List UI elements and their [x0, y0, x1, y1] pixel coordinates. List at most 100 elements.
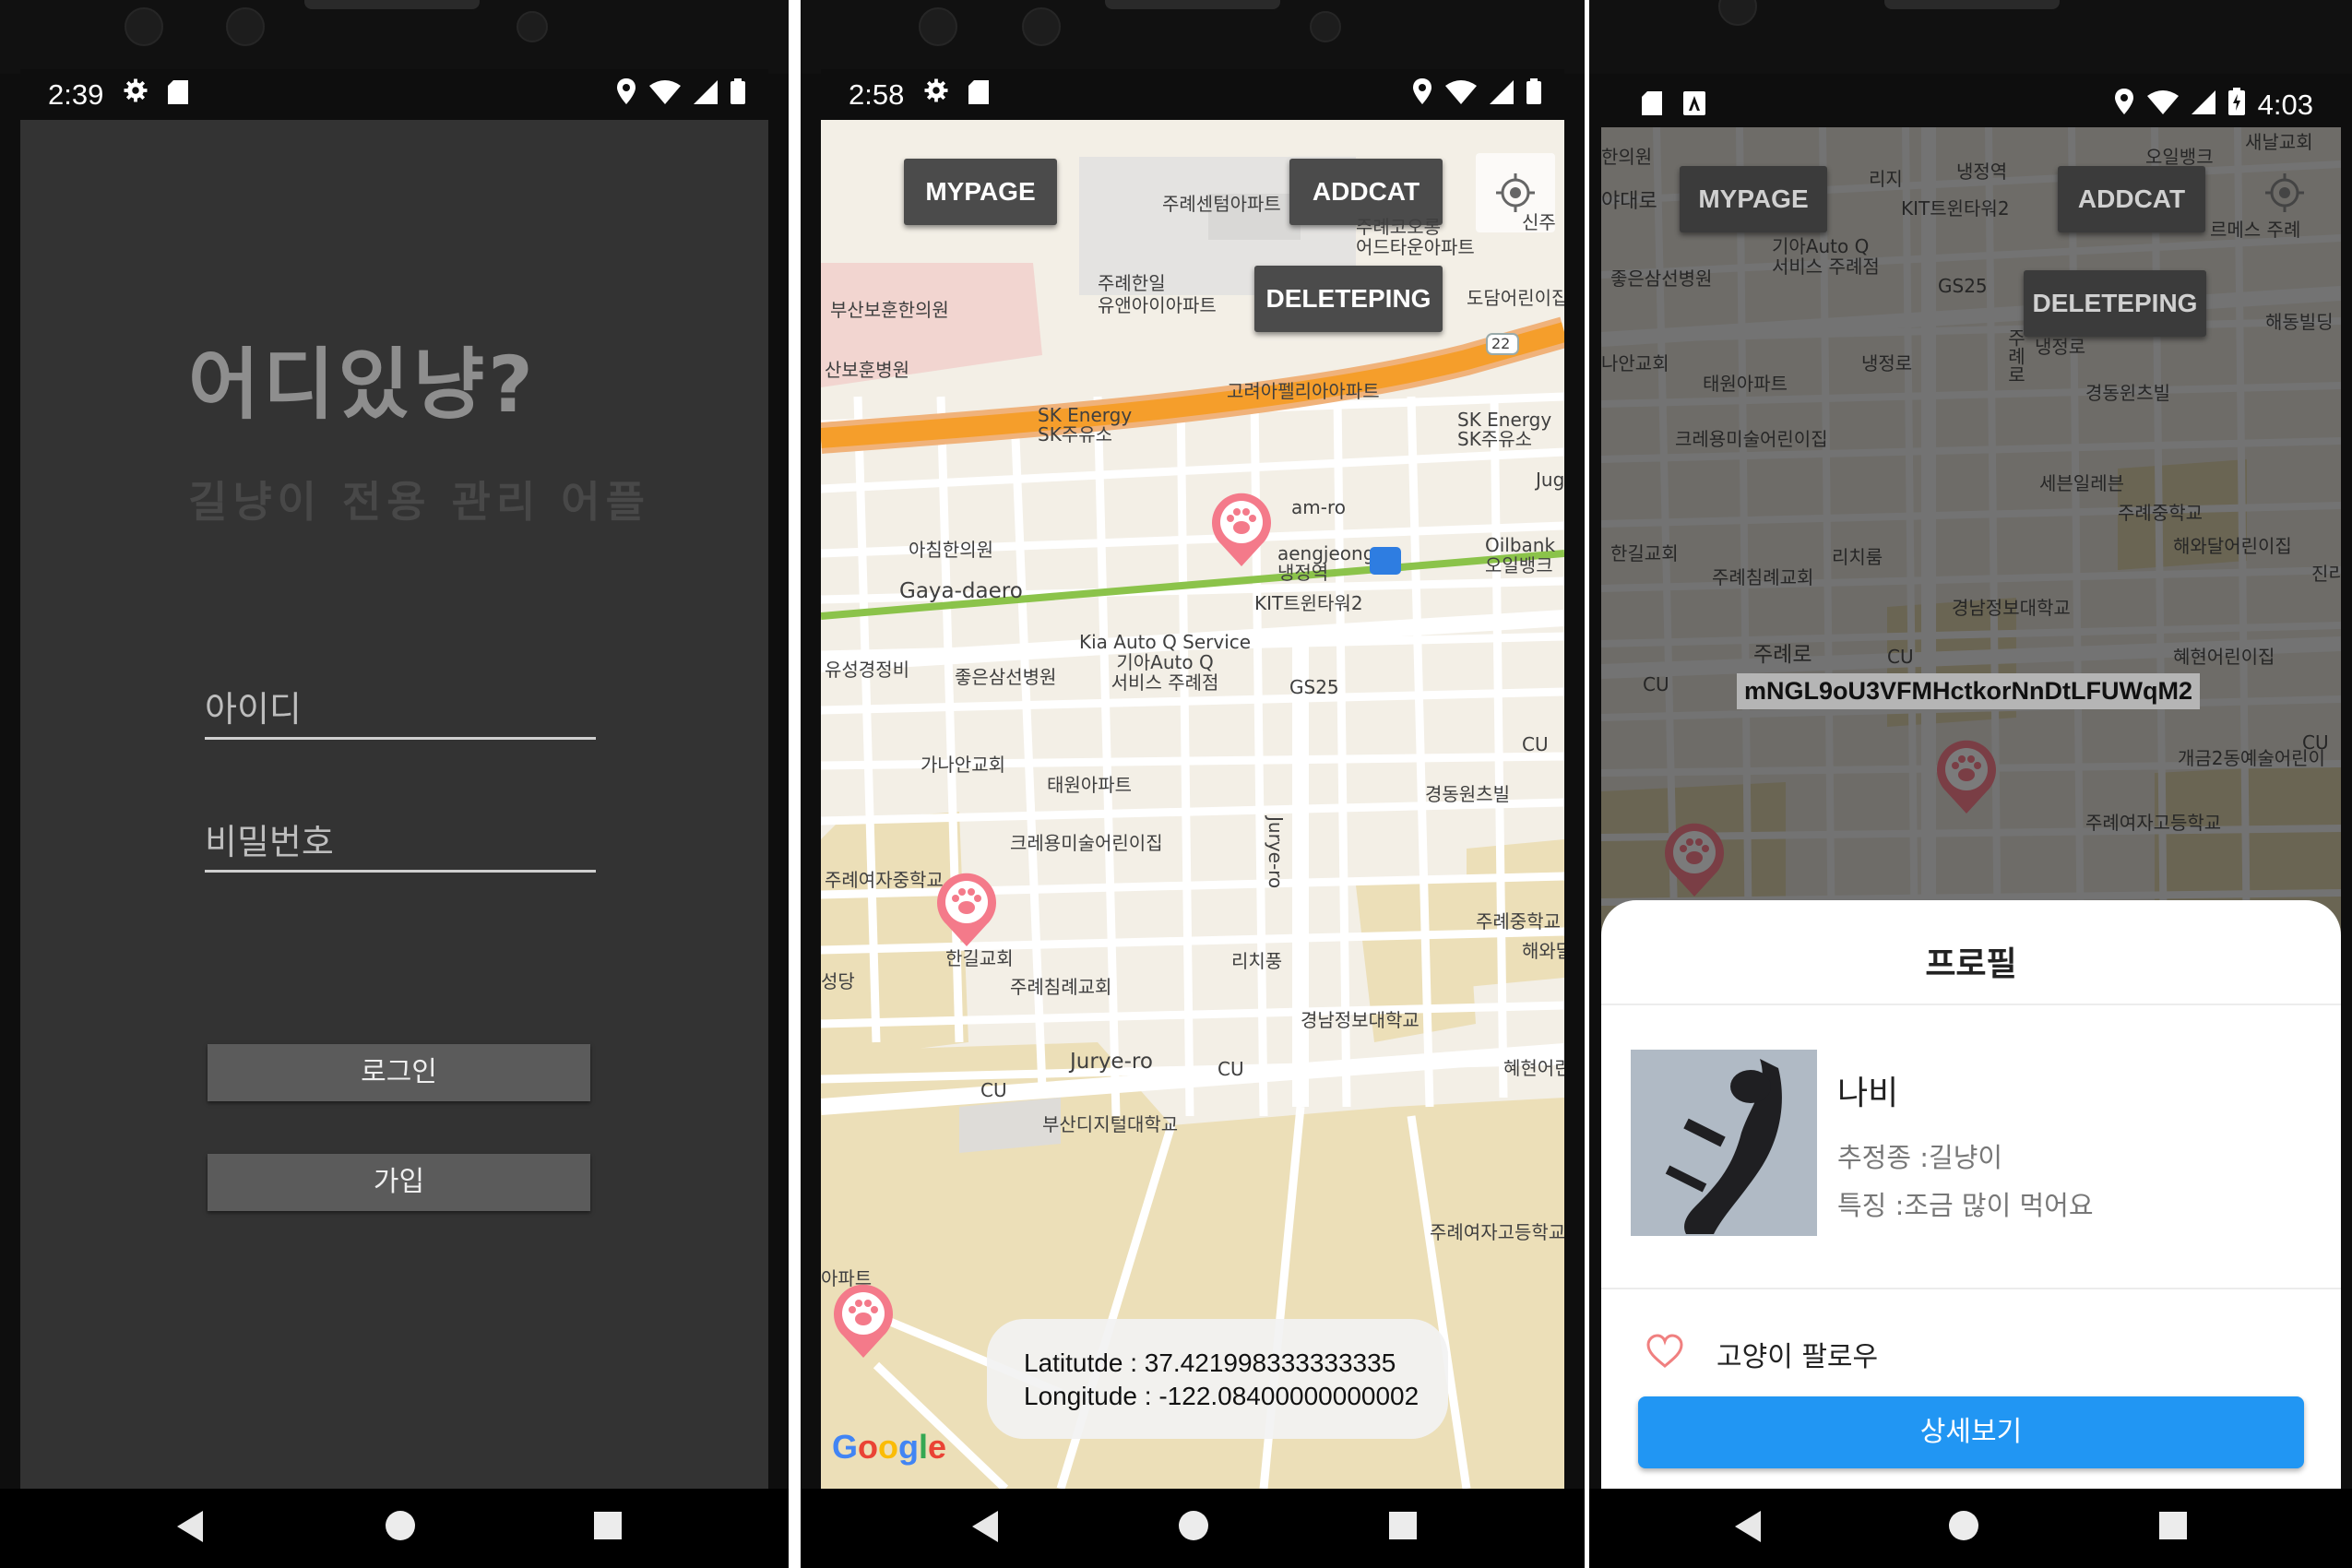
map-label: 주례여자중학교 [825, 869, 944, 891]
phone-profile: 4:03 MYPAGE ADDCAT DELETEPING 한의원 야대로 리지… [1589, 0, 2352, 1568]
map-label: 22 [1491, 335, 1511, 352]
coordinate-panel: Latitutde : 37.421998333333335 Longitude… [987, 1319, 1448, 1439]
map-label: 해와달어린이집 [2173, 535, 2292, 557]
wifi-icon [2146, 89, 2179, 122]
back-icon[interactable] [972, 1511, 998, 1542]
map-label: 리지 [1869, 168, 1903, 190]
recent-apps-icon[interactable] [1389, 1512, 1417, 1539]
paw-pin-icon[interactable] [1661, 819, 1728, 898]
map-label: 리치룸 [1832, 546, 1883, 568]
status-time: 4:03 [2257, 89, 2313, 121]
status-icons [1412, 78, 1541, 112]
map-label: Jug [1536, 469, 1564, 491]
back-icon[interactable] [177, 1511, 203, 1542]
deleteping-button[interactable]: DELETEPING [2024, 270, 2206, 337]
paw-pin-icon[interactable] [1933, 736, 2000, 815]
map-label: 경동원츠빌 [1425, 783, 1510, 805]
map-label: 주례로 [1753, 643, 1812, 667]
recent-apps-icon[interactable] [594, 1512, 622, 1539]
speaker-grille [1105, 0, 1280, 9]
map-label: CU [2302, 731, 2329, 754]
app-notification-icon [1683, 89, 1705, 123]
map-label: KIT트윈타워2 [1254, 592, 1363, 614]
back-icon[interactable] [1735, 1511, 1761, 1542]
home-icon[interactable] [1179, 1511, 1208, 1540]
map-label: am-ro [1291, 496, 1346, 518]
front-sensor [1718, 0, 1757, 26]
phone-login: 2:39 어디있냥? 길냥이 전용 관리 어플 아이디 비밀번호 로그인 가입 [0, 0, 789, 1568]
cat-photo [1631, 1050, 1817, 1236]
map-label: 오일뱅크 [2145, 146, 2214, 168]
map-label: 신주 [1522, 211, 1556, 233]
phone-bezel [1589, 0, 2352, 74]
recent-apps-icon[interactable] [2159, 1512, 2187, 1539]
mypage-button[interactable]: MYPAGE [1680, 166, 1827, 232]
sd-card-icon [168, 78, 188, 112]
map-view[interactable]: MYPAGE ADDCAT DELETEPING 주례센텀아파트 주례한일 유앤… [821, 120, 1564, 1489]
mypage-button[interactable]: MYPAGE [904, 159, 1057, 225]
login-screen: 어디있냥? 길냥이 전용 관리 어플 아이디 비밀번호 로그인 가입 [20, 120, 768, 1489]
paw-pin-icon[interactable] [1208, 489, 1275, 568]
status-icons: 4:03 [2114, 88, 2313, 123]
map-label: 나안교회 [1601, 352, 1669, 374]
speaker-grille [1884, 0, 2060, 9]
paw-pin-icon[interactable] [933, 869, 1000, 948]
wifi-icon [1445, 78, 1477, 112]
phone-bezel [0, 0, 789, 74]
battery-icon [731, 78, 745, 112]
status-time: 2:39 [48, 78, 104, 111]
map-label: 주례코오롱 어드타운아파트 [1356, 216, 1475, 258]
map-label: 도담어린이집 [1467, 287, 1564, 309]
follow-cat-label[interactable]: 고양이 팔로우 [1716, 1334, 1878, 1374]
map-label: 고려아펠리아아파트 [1227, 380, 1380, 402]
paw-pin-icon[interactable] [830, 1280, 897, 1360]
sd-card-icon [968, 78, 989, 112]
map-label: 좋은삼선병원 [1610, 267, 1713, 290]
map-label: Jurye-ro [1070, 1050, 1153, 1074]
profile-title: 프로필 [1925, 945, 2017, 983]
divider [1601, 1004, 2341, 1005]
heart-icon[interactable] [1645, 1334, 1684, 1372]
map-label: GS25 [1938, 275, 1988, 297]
front-sensor [125, 7, 163, 46]
map-label: 경남정보대학교 [1952, 597, 2071, 619]
status-icons [616, 78, 745, 112]
app-logo-title: 어디있냥? [188, 339, 537, 430]
map-label: SK Energy SK주유소 [1457, 409, 1552, 450]
location-icon [2114, 89, 2134, 122]
speaker-grille [304, 0, 480, 9]
front-camera [1310, 11, 1341, 42]
map-screen: MYPAGE ADDCAT DELETEPING 주례센텀아파트 주례한일 유앤… [821, 120, 1564, 1489]
app-logo-subtitle: 길냥이 전용 관리 어플 [188, 477, 650, 527]
phone-bezel [801, 0, 1585, 74]
longitude-text: Longitude : -122.08400000000002 [1024, 1382, 1420, 1410]
battery-charging-icon [2227, 88, 2245, 123]
home-icon[interactable] [1949, 1511, 1978, 1540]
settings-icon [122, 77, 149, 112]
nav-bar [801, 1489, 1585, 1568]
map-label: 르메스 주례 [2210, 219, 2301, 241]
map-label: 주례센텀아파트 [1162, 193, 1281, 215]
id-input[interactable]: 아이디 [205, 681, 596, 740]
map-label: Kia Auto Q Service 기아Auto Q 서비스 주례점 [1079, 631, 1252, 694]
password-input[interactable]: 비밀번호 [205, 814, 596, 873]
map-label: 해와달 [1522, 940, 1564, 962]
map-label: CU [980, 1079, 1007, 1101]
deleteping-button[interactable]: DELETEPING [1254, 266, 1443, 332]
map-label: 크레용미술어린이집 [1010, 832, 1163, 854]
map-label: 냉정로 [2035, 336, 2086, 358]
addcat-button[interactable]: ADDCAT [2058, 166, 2205, 232]
nav-bar [0, 1489, 789, 1568]
status-bar: 2:58 [821, 69, 1564, 120]
map-label: 주례로 [2004, 328, 2026, 384]
home-icon[interactable] [386, 1511, 415, 1540]
map-label: CU [1522, 733, 1549, 755]
map-view[interactable]: MYPAGE ADDCAT DELETEPING 한의원 야대로 리지 냉정역 … [1601, 127, 2341, 1489]
login-button[interactable]: 로그인 [208, 1044, 590, 1101]
detail-button[interactable]: 상세보기 [1638, 1396, 2304, 1468]
cat-name: 나비 [1837, 1075, 1899, 1112]
signup-button[interactable]: 가입 [208, 1154, 590, 1211]
map-label: Oilbank 오일뱅크 [1485, 534, 1556, 576]
front-camera [517, 11, 548, 42]
map-label: 세븐일레븐 [2039, 472, 2124, 494]
